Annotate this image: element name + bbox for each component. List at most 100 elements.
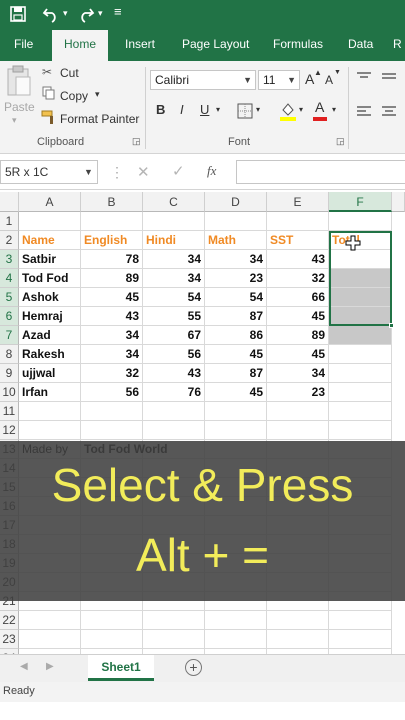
column-header-b[interactable]: B <box>81 192 143 212</box>
score-cell[interactable]: 34 <box>267 364 329 383</box>
empty-cell[interactable] <box>205 630 267 649</box>
empty-cell[interactable] <box>19 630 81 649</box>
copy-dropdown-icon[interactable]: ▾ <box>95 89 100 100</box>
header-cell-b[interactable]: English <box>81 231 143 250</box>
score-cell[interactable]: 87 <box>205 307 267 326</box>
empty-cell[interactable] <box>329 630 392 649</box>
column-header-c[interactable]: C <box>143 192 205 212</box>
fill-color-dropdown-icon[interactable]: ▾ <box>299 105 303 114</box>
align-left-icon[interactable] <box>356 105 372 117</box>
align-middle-icon[interactable] <box>381 71 397 83</box>
row-header[interactable]: 23 <box>0 630 19 649</box>
column-header-g[interactable] <box>392 192 405 212</box>
font-name-combo[interactable]: Calibri ▼ <box>150 70 256 90</box>
score-cell[interactable]: 76 <box>143 383 205 402</box>
name-cell[interactable]: Irfan <box>19 383 81 402</box>
fill-color-icon[interactable] <box>279 100 297 122</box>
empty-cell[interactable] <box>267 421 329 440</box>
chevron-down-icon[interactable]: ▼ <box>243 71 252 89</box>
score-cell[interactable]: 34 <box>143 269 205 288</box>
row-header[interactable]: 22 <box>0 611 19 630</box>
paste-label[interactable]: Paste <box>4 100 35 114</box>
name-cell[interactable]: Ashok <box>19 288 81 307</box>
row-header[interactable]: 4 <box>0 269 19 288</box>
customize-toolbar-icon[interactable]: ≡ <box>114 4 122 19</box>
scroll-left-icon[interactable]: ◀ <box>20 661 28 672</box>
tab-formulas[interactable]: Formulas <box>271 28 325 61</box>
align-top-icon[interactable] <box>356 71 372 83</box>
score-cell[interactable]: 23 <box>205 269 267 288</box>
tab-data[interactable]: Data <box>346 28 375 61</box>
tab-home[interactable]: Home <box>52 30 109 61</box>
score-cell[interactable]: 43 <box>81 307 143 326</box>
empty-cell[interactable] <box>81 402 143 421</box>
column-header-f[interactable]: F <box>329 192 392 212</box>
name-cell[interactable]: Hemraj <box>19 307 81 326</box>
underline-button[interactable]: U <box>200 102 209 117</box>
row-header[interactable]: 5 <box>0 288 19 307</box>
score-cell[interactable]: 56 <box>143 345 205 364</box>
redo-dropdown-icon[interactable]: ▾ <box>98 8 103 19</box>
column-header-d[interactable]: D <box>205 192 267 212</box>
total-cell[interactable] <box>329 364 392 383</box>
empty-cell[interactable] <box>205 421 267 440</box>
empty-cell[interactable] <box>81 212 143 231</box>
bold-button[interactable]: B <box>156 102 165 117</box>
tab-page-layout[interactable]: Page Layout <box>180 28 251 61</box>
add-sheet-button[interactable]: + <box>185 659 202 676</box>
score-cell[interactable]: 78 <box>81 250 143 269</box>
score-cell[interactable]: 56 <box>81 383 143 402</box>
score-cell[interactable]: 89 <box>81 269 143 288</box>
header-cell-a[interactable]: Name <box>19 231 81 250</box>
empty-cell[interactable] <box>19 421 81 440</box>
empty-cell[interactable] <box>205 611 267 630</box>
score-cell[interactable]: 34 <box>81 326 143 345</box>
score-cell[interactable]: 45 <box>205 345 267 364</box>
empty-cell[interactable] <box>19 402 81 421</box>
row-header[interactable]: 6 <box>0 307 19 326</box>
empty-cell[interactable] <box>205 402 267 421</box>
score-cell[interactable]: 43 <box>267 250 329 269</box>
empty-cell[interactable] <box>19 611 81 630</box>
score-cell[interactable]: 32 <box>81 364 143 383</box>
font-color-icon[interactable]: A <box>315 99 324 115</box>
empty-cell[interactable] <box>329 421 392 440</box>
borders-icon[interactable] <box>237 103 253 119</box>
score-cell[interactable]: 23 <box>267 383 329 402</box>
paste-icon[interactable] <box>6 65 32 99</box>
score-cell[interactable]: 87 <box>205 364 267 383</box>
paste-dropdown-icon[interactable]: ▾ <box>12 115 17 126</box>
empty-cell[interactable] <box>19 212 81 231</box>
select-all-corner[interactable] <box>0 192 19 212</box>
name-cell[interactable]: Rakesh <box>19 345 81 364</box>
undo-dropdown-icon[interactable]: ▾ <box>63 8 68 19</box>
empty-cell[interactable] <box>205 212 267 231</box>
empty-cell[interactable] <box>143 212 205 231</box>
fill-handle[interactable] <box>389 323 394 328</box>
column-header-a[interactable]: A <box>19 192 81 212</box>
score-cell[interactable]: 45 <box>267 307 329 326</box>
score-cell[interactable]: 54 <box>205 288 267 307</box>
undo-icon[interactable] <box>42 5 60 23</box>
score-cell[interactable]: 89 <box>267 326 329 345</box>
font-dialog-launcher-icon[interactable]: ◲ <box>336 136 345 147</box>
copy-icon[interactable] <box>42 86 56 100</box>
insert-function-icon[interactable]: fx <box>207 163 216 179</box>
empty-cell[interactable] <box>267 402 329 421</box>
empty-cell[interactable] <box>143 630 205 649</box>
empty-cell[interactable] <box>81 630 143 649</box>
increase-font-size-icon[interactable]: A <box>305 71 314 87</box>
sheet-tab-sheet1[interactable]: Sheet1 <box>88 655 154 681</box>
name-cell[interactable]: Satbir <box>19 250 81 269</box>
clipboard-dialog-launcher-icon[interactable]: ◲ <box>132 136 141 147</box>
name-box-dropdown-icon[interactable]: ▼ <box>84 167 93 177</box>
enter-icon[interactable]: ✓ <box>172 162 185 180</box>
cut-button[interactable]: Cut <box>60 66 79 80</box>
empty-cell[interactable] <box>143 421 205 440</box>
score-cell[interactable]: 43 <box>143 364 205 383</box>
formula-input[interactable] <box>236 160 405 184</box>
total-cell[interactable] <box>329 326 392 345</box>
row-header[interactable]: 3 <box>0 250 19 269</box>
row-header[interactable]: 10 <box>0 383 19 402</box>
score-cell[interactable]: 54 <box>143 288 205 307</box>
